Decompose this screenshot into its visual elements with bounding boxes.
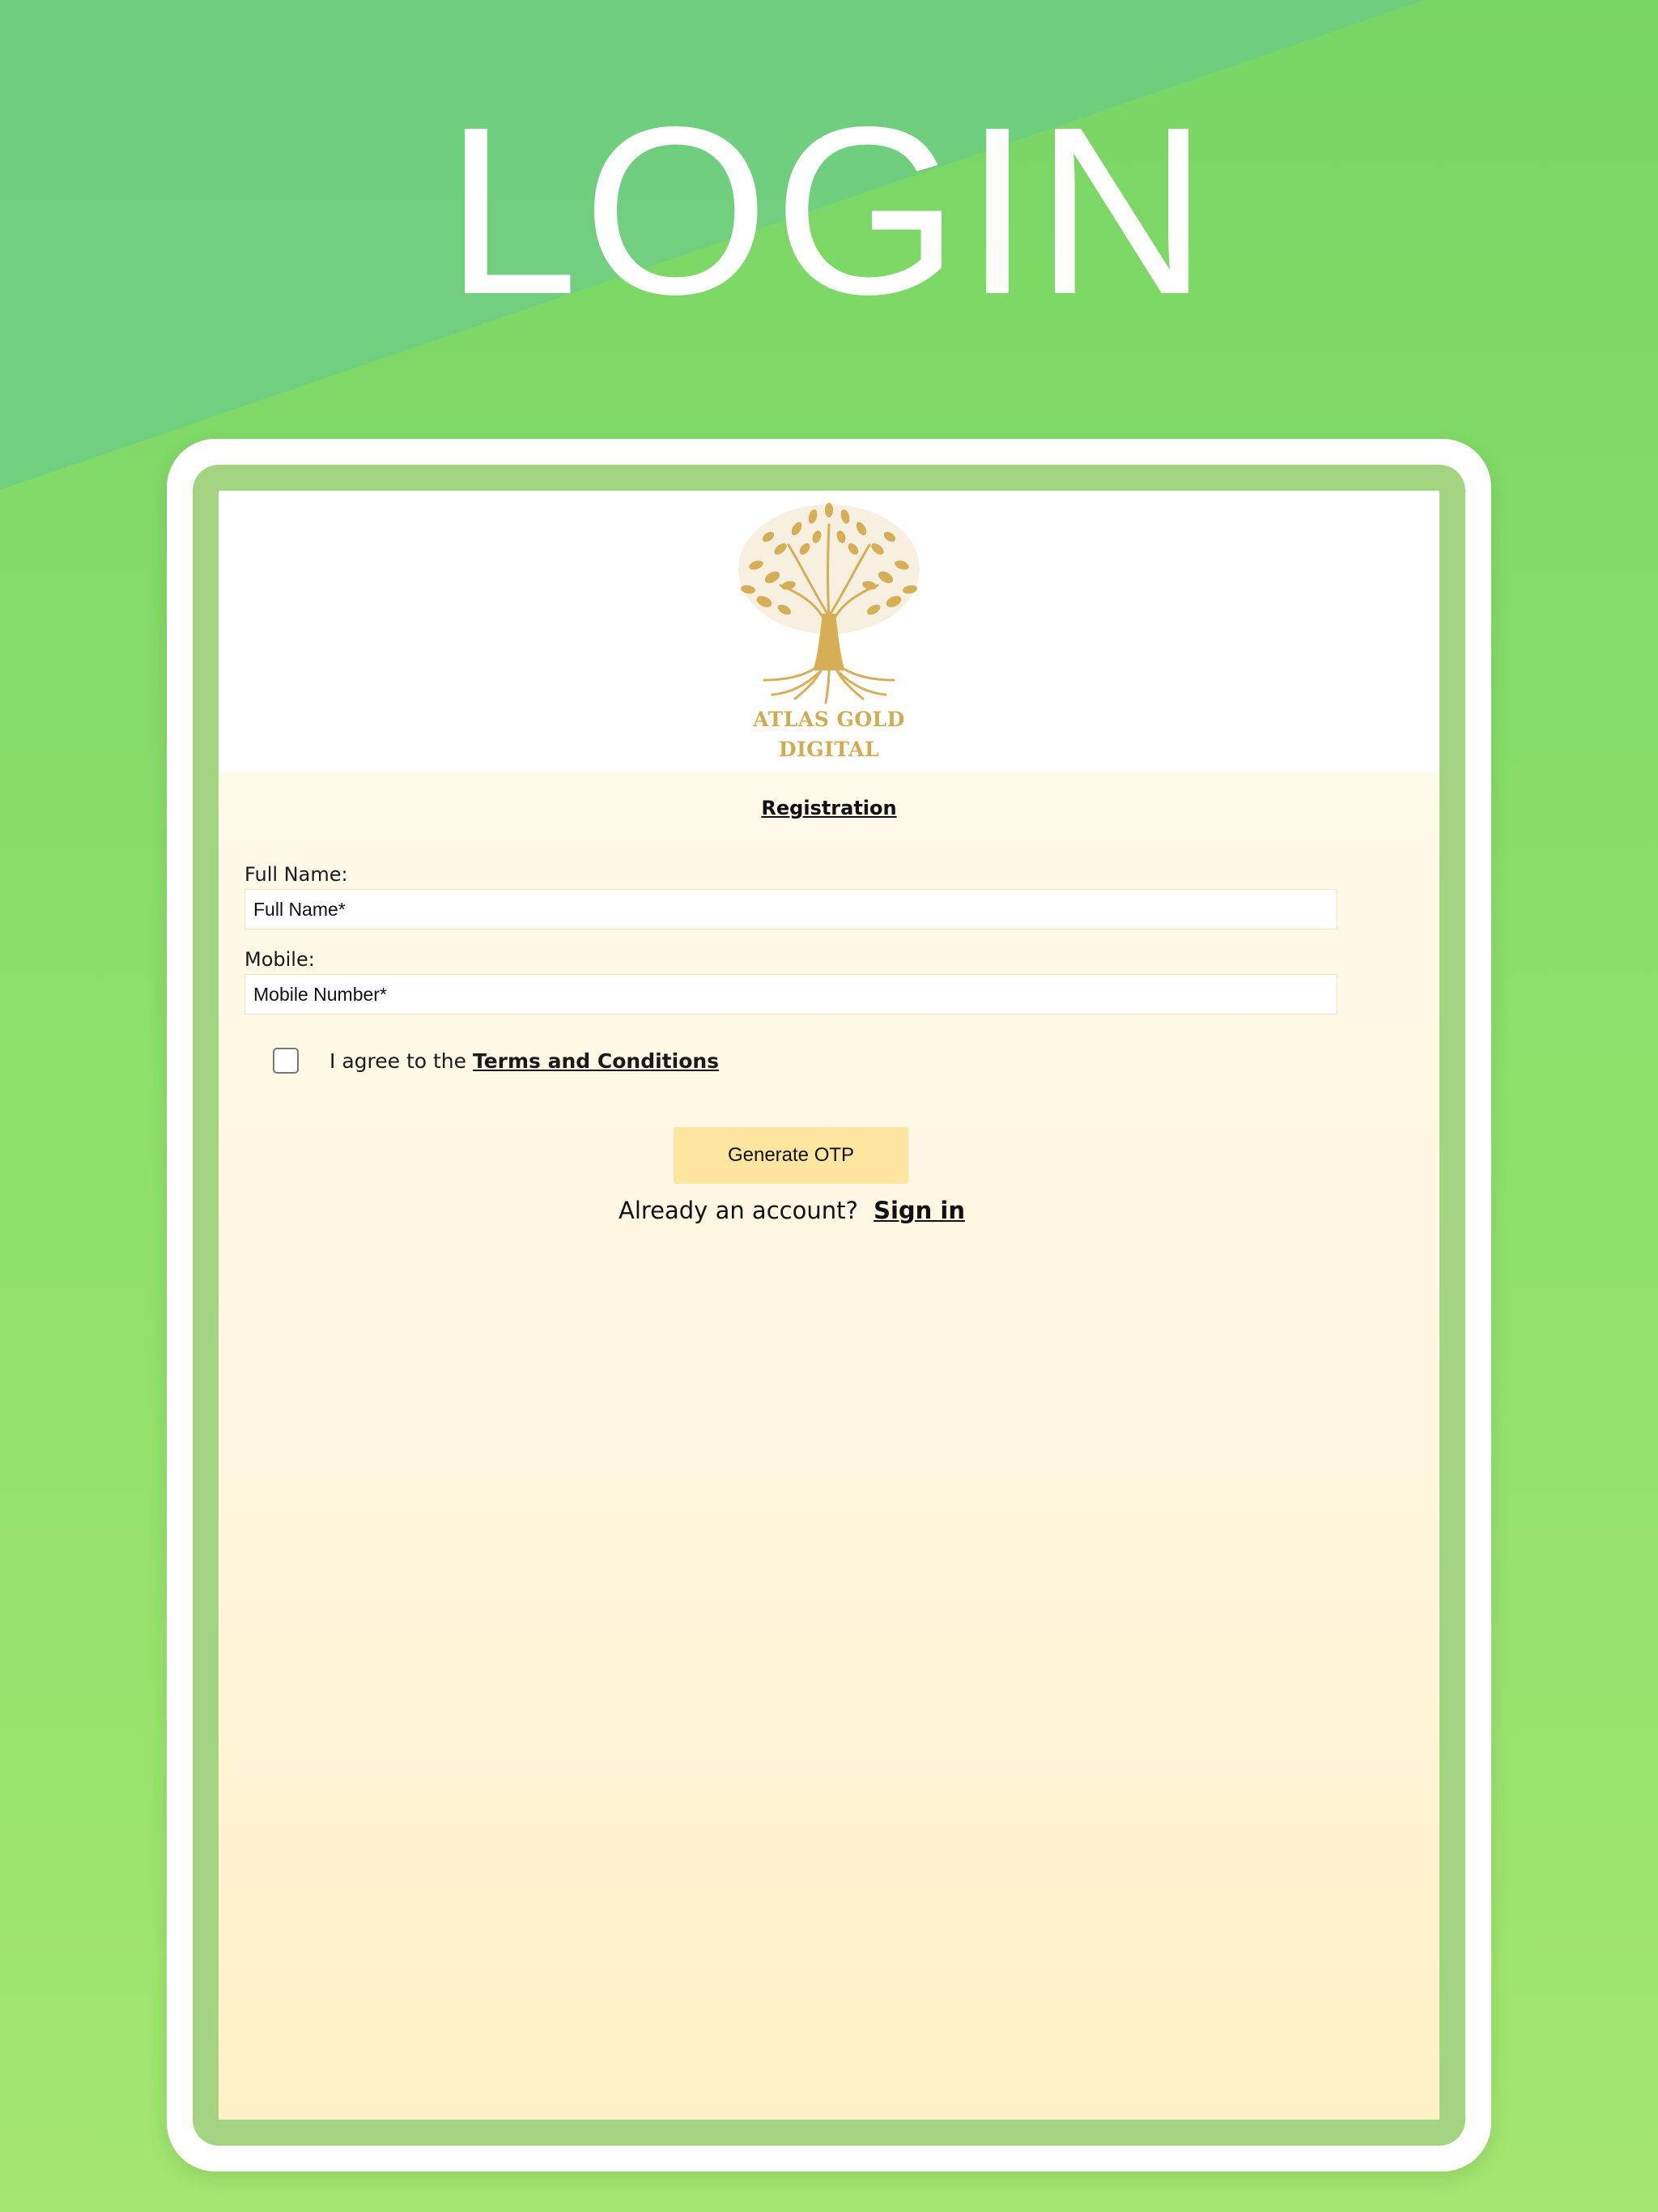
signin-prompt: Already an account? Sign in bbox=[219, 1197, 1365, 1224]
tree-icon bbox=[738, 503, 920, 704]
mobile-input[interactable] bbox=[244, 974, 1337, 1015]
generate-otp-button[interactable]: Generate OTP bbox=[674, 1127, 908, 1184]
app-screen: ATLAS GOLD DIGITAL Registration Full Nam… bbox=[219, 491, 1439, 2120]
terms-checkbox[interactable] bbox=[273, 1048, 299, 1074]
terms-link[interactable]: Terms and Conditions bbox=[473, 1049, 719, 1073]
brand-name-line2: DIGITAL bbox=[778, 738, 880, 761]
signin-link[interactable]: Sign in bbox=[874, 1197, 965, 1224]
full-name-label: Full Name: bbox=[244, 863, 348, 886]
mobile-label: Mobile: bbox=[244, 948, 315, 971]
tablet-bezel: ATLAS GOLD DIGITAL Registration Full Nam… bbox=[193, 465, 1465, 2146]
account-prompt-text: Already an account? bbox=[618, 1197, 858, 1224]
hero-title: LOGIN bbox=[445, 77, 1213, 344]
logo-header: ATLAS GOLD DIGITAL bbox=[219, 491, 1439, 772]
tablet-frame: ATLAS GOLD DIGITAL Registration Full Nam… bbox=[167, 439, 1491, 2172]
brand-name-line1: ATLAS GOLD bbox=[753, 708, 905, 731]
form-title: Registration bbox=[761, 797, 897, 819]
full-name-input[interactable] bbox=[244, 889, 1337, 929]
terms-prefix: I agree to the bbox=[329, 1049, 467, 1073]
terms-agreement: I agree to the Terms and Conditions bbox=[329, 1049, 719, 1073]
